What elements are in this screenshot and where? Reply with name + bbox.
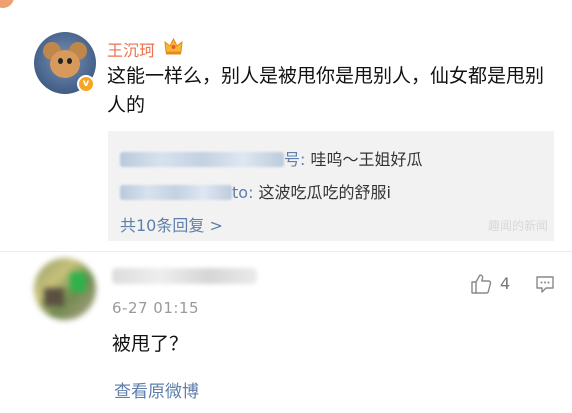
reply-text: 哇呜～王姐好瓜: [305, 150, 423, 169]
comment-text: 被甩了？: [112, 333, 189, 355]
comment-icon[interactable]: [535, 275, 555, 294]
like-count: 4: [500, 274, 511, 293]
more-replies-link[interactable]: 共10条回复 >: [120, 212, 223, 236]
blurred-name: [120, 185, 232, 200]
reply-author[interactable]: 号:: [284, 150, 305, 169]
reply-item[interactable]: to: 这波吃瓜吃的舒服i: [120, 179, 391, 203]
timestamp: 6-27 01:15: [112, 299, 200, 317]
blurred-username[interactable]: [112, 268, 257, 284]
avatar[interactable]: [34, 258, 96, 320]
reply-text: 这波吃瓜吃的舒服i: [253, 183, 391, 202]
reply-author[interactable]: to:: [232, 183, 253, 202]
blurred-name: [120, 152, 284, 167]
partial-avatar: [0, 0, 14, 8]
reply-item[interactable]: 号: 哇呜～王姐好瓜: [120, 146, 423, 170]
divider: [0, 251, 572, 252]
v-badge-icon: v: [77, 75, 95, 93]
username[interactable]: 王沉珂: [107, 37, 155, 61]
comment-text: 这能一样么，别人是被甩你是甩别人，仙女都是甩别人的: [107, 65, 545, 116]
crown-icon: [164, 38, 183, 55]
watermark: 趣闻的新闻: [487, 219, 548, 233]
reply-box[interactable]: 号: 哇呜～王姐好瓜 to: 这波吃瓜吃的舒服i 共10条回复 > 趣闻的新闻: [108, 131, 554, 241]
thumbs-up-icon[interactable]: [470, 273, 492, 295]
view-original-link[interactable]: 查看原微博: [114, 377, 199, 402]
